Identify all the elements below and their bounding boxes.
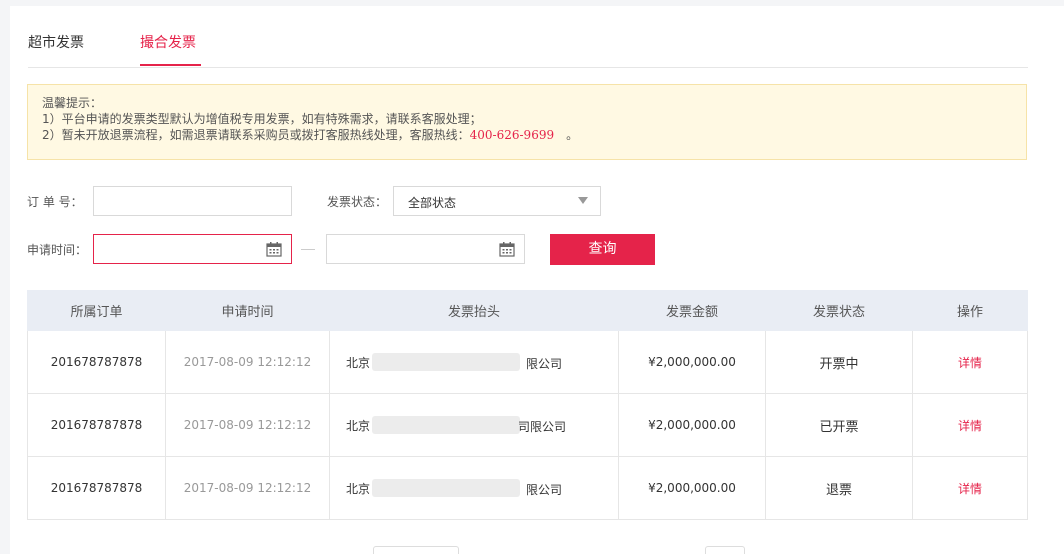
details-link[interactable]: 详情 <box>912 456 1028 520</box>
calendar-icon[interactable] <box>266 242 282 257</box>
order-number-cell: 201678787878 <box>27 330 166 394</box>
invoice-amount-cell: ¥2,000,000.00 <box>618 393 766 457</box>
chevron-down-icon <box>578 197 588 204</box>
apply-time-cell: 2017-08-09 12:12:12 <box>165 393 330 457</box>
query-button[interactable]: 查询 <box>550 234 655 265</box>
invoice-status-select[interactable]: 全部状态 <box>393 186 601 216</box>
apply-time-start-input[interactable] <box>93 234 292 264</box>
hotline-number: 400-626-9699 <box>469 128 555 142</box>
invoice-amount-cell: ¥2,000,000.00 <box>618 330 766 394</box>
invoice-status-cell: 开票中 <box>765 330 913 394</box>
invoice-title-start: 北京 <box>346 418 371 433</box>
notice-line-1: 1）平台申请的发票类型默认为增值税专用发票，如有特殊需求，请联系客服处理； <box>42 112 482 126</box>
invoice-title-cell: 北京 限公司 <box>329 456 619 520</box>
tab-bar: 超市发票 撮合发票 <box>28 6 1028 68</box>
notice-line-2-text: 2）暂未开放退票流程，如需退票请联系采购员或拨打客服热线处理，客服热线： <box>42 128 470 142</box>
apply-time-cell: 2017-08-09 12:12:12 <box>165 330 330 394</box>
order-number-input[interactable] <box>93 186 292 216</box>
invoice-status-value: 全部状态 <box>408 196 457 210</box>
invoice-title-end: 限公司 <box>526 357 563 371</box>
column-header-action: 操作 <box>912 290 1028 331</box>
details-link[interactable]: 详情 <box>912 330 1028 394</box>
invoice-amount-cell: ¥2,000,000.00 <box>618 456 766 520</box>
pagination-fragment <box>705 546 745 554</box>
active-tab-indicator <box>140 64 201 66</box>
invoice-title-end: 限公司 <box>526 483 563 497</box>
invoice-panel: 超市发票 撮合发票 温馨提示： 1）平台申请的发票类型默认为增值税专用发票，如有… <box>10 6 1064 554</box>
order-number-cell: 201678787878 <box>27 393 166 457</box>
invoice-title-start: 北京 <box>346 355 371 370</box>
redaction-mask <box>372 416 520 434</box>
invoice-status-cell: 已开票 <box>765 393 913 457</box>
invoice-status-label: 发票状态： <box>327 195 388 209</box>
calendar-icon[interactable] <box>499 242 515 257</box>
tab-matching-invoice[interactable]: 撮合发票 <box>140 32 196 52</box>
notice-line-2: 2）暂未开放退票流程，如需退票请联系采购员或拨打客服热线处理，客服热线：400-… <box>42 127 1012 143</box>
notice-title: 温馨提示： <box>42 96 103 110</box>
table-row: 201678787878 2017-08-09 12:12:12 北京 限公司 … <box>27 330 1028 394</box>
invoice-title-start: 北京 <box>346 481 371 496</box>
notice-line-2-end: 。 <box>554 128 579 142</box>
column-header-title: 发票抬头 <box>329 290 619 331</box>
invoice-table: 所属订单 申请时间 发票抬头 发票金额 发票状态 操作 201678787878… <box>27 290 1028 520</box>
date-range-separator <box>301 249 315 250</box>
apply-time-label: 申请时间： <box>27 243 88 257</box>
redaction-mask <box>372 353 520 371</box>
notice-box: 温馨提示： 1）平台申请的发票类型默认为增值税专用发票，如有特殊需求，请联系客服… <box>27 84 1027 160</box>
redaction-mask <box>372 479 520 497</box>
table-row: 201678787878 2017-08-09 12:12:12 北京 限公司 … <box>27 456 1028 520</box>
column-header-status: 发票状态 <box>765 290 913 331</box>
invoice-status-cell: 退票 <box>765 456 913 520</box>
details-link[interactable]: 详情 <box>912 393 1028 457</box>
apply-time-cell: 2017-08-09 12:12:12 <box>165 456 330 520</box>
pagination-fragment <box>373 546 459 554</box>
invoice-title-cell: 北京 限公司 <box>329 330 619 394</box>
column-header-order: 所属订单 <box>27 290 166 331</box>
apply-time-end-input[interactable] <box>326 234 525 264</box>
tab-supermarket-invoice[interactable]: 超市发票 <box>28 32 84 52</box>
invoice-title-cell: 北京 司限公司 <box>329 393 619 457</box>
table-header-row: 所属订单 申请时间 发票抬头 发票金额 发票状态 操作 <box>27 290 1028 331</box>
table-row: 201678787878 2017-08-09 12:12:12 北京 司限公司… <box>27 393 1028 457</box>
order-number-cell: 201678787878 <box>27 456 166 520</box>
order-number-label: 订 单 号： <box>27 195 83 209</box>
column-header-amount: 发票金额 <box>618 290 766 331</box>
invoice-title-end: 司限公司 <box>518 420 567 434</box>
column-header-time: 申请时间 <box>165 290 330 331</box>
